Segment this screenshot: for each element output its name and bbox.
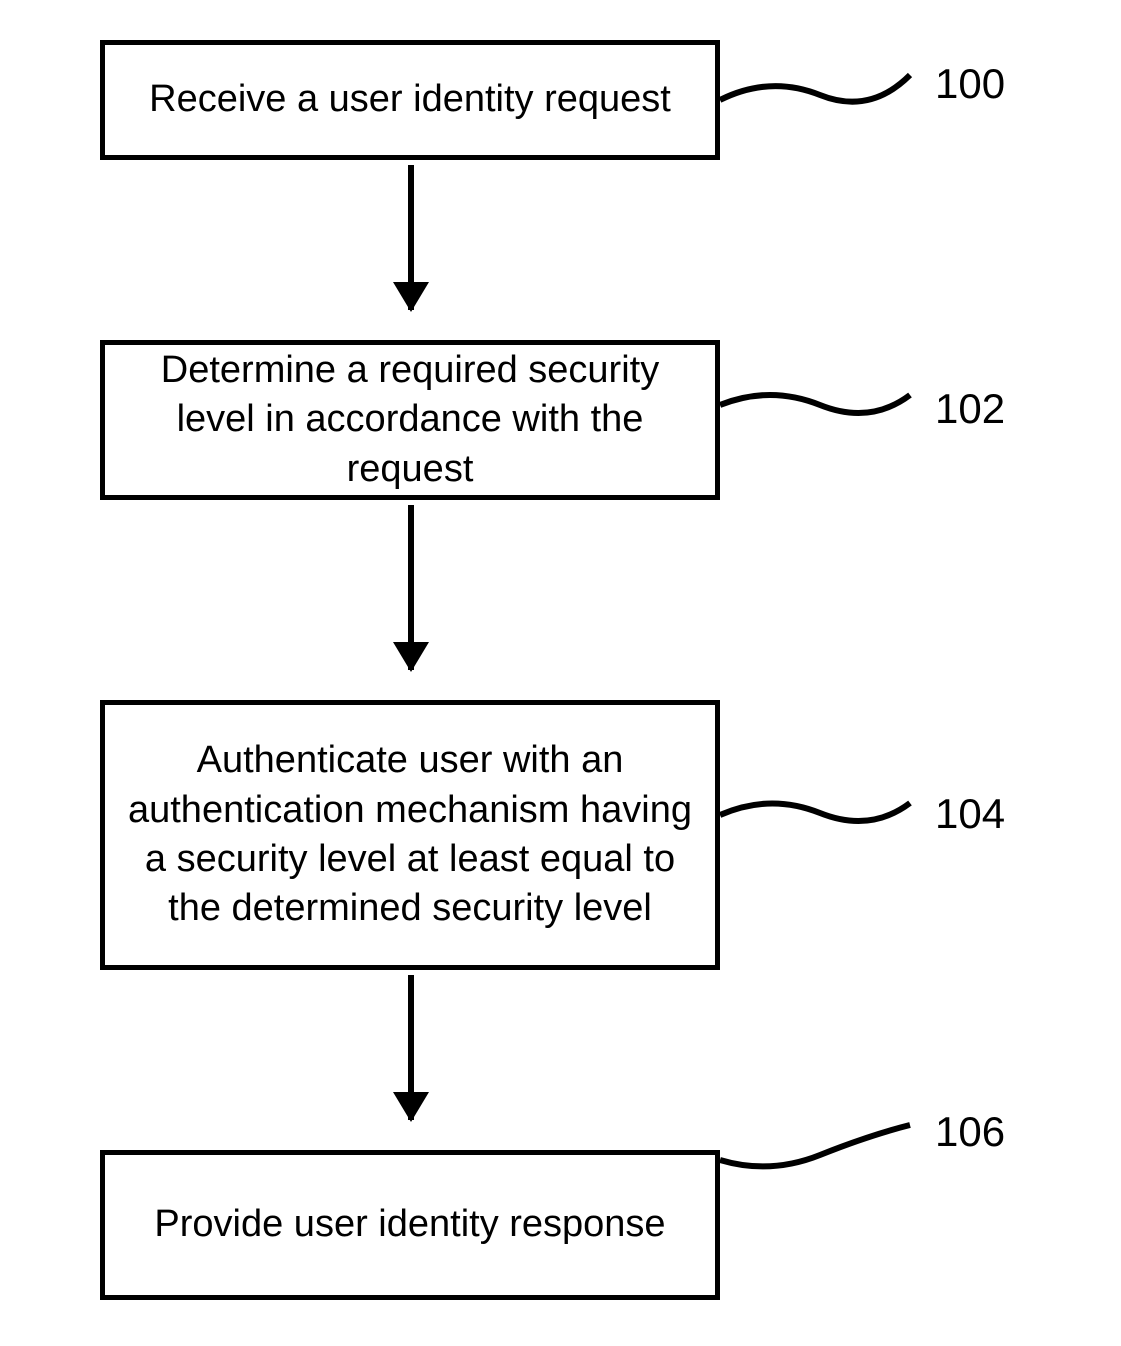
- connector-line: [720, 65, 940, 135]
- step-label-102: 102: [935, 385, 1005, 433]
- connector-line: [720, 785, 940, 855]
- step-text: Provide user identity response: [154, 1200, 665, 1249]
- step-text: Receive a user identity request: [149, 75, 671, 124]
- step-box-106: Provide user identity response: [100, 1150, 720, 1300]
- arrow-down: [408, 505, 414, 670]
- connector-line: [720, 1120, 940, 1190]
- step-text: Determine a required security level in a…: [125, 346, 695, 494]
- arrow-down: [408, 975, 414, 1120]
- flowchart-diagram: Receive a user identity request 100 Dete…: [0, 0, 1121, 1346]
- step-box-102: Determine a required security level in a…: [100, 340, 720, 500]
- arrow-down: [408, 165, 414, 310]
- step-text: Authenticate user with an authentication…: [125, 736, 695, 934]
- step-label-100: 100: [935, 60, 1005, 108]
- step-label-104: 104: [935, 790, 1005, 838]
- connector-line: [720, 380, 940, 450]
- step-box-104: Authenticate user with an authentication…: [100, 700, 720, 970]
- step-box-100: Receive a user identity request: [100, 40, 720, 160]
- step-label-106: 106: [935, 1108, 1005, 1156]
